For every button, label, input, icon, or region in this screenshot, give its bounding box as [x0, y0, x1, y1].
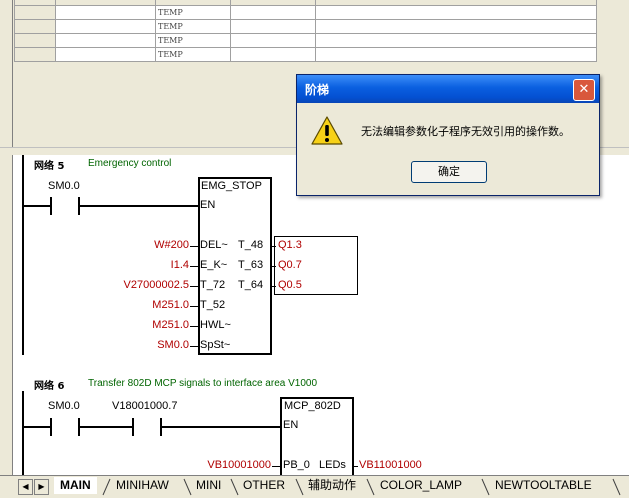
tab-auxiliary-action[interactable]: 辅助动作 [302, 477, 362, 494]
ladder-left-margin [0, 155, 13, 475]
var-type-cell[interactable]: TEMP [155, 33, 231, 48]
input-pin: PB_0 [283, 459, 310, 471]
input-operand[interactable]: I1.4 [171, 259, 189, 271]
no-contact-left[interactable] [50, 418, 52, 436]
var-type-cell[interactable]: TEMP [155, 5, 231, 20]
power-rail [22, 391, 24, 475]
output-operand[interactable]: Q0.7 [278, 259, 302, 271]
input-pin: HWL~ [200, 319, 231, 331]
contact-v18001000-7-label[interactable]: V18001000.7 [112, 400, 177, 412]
contact-sm0-0-label[interactable]: SM0.0 [48, 180, 80, 192]
input-operand[interactable]: VB10001000 [207, 459, 271, 471]
warning-icon [311, 116, 343, 145]
emg-stop-title: EMG_STOP [201, 180, 262, 192]
var-type-cell[interactable]: TEMP [155, 19, 231, 34]
output-pin: LEDs [319, 459, 346, 471]
tab-separator [230, 478, 239, 496]
tab-newtooltable[interactable]: NEWTOOLTABLE [489, 477, 598, 494]
contact-sm0-0-label[interactable]: SM0.0 [48, 400, 80, 412]
input-operand[interactable]: SM0.0 [157, 339, 189, 351]
power-rail [22, 155, 24, 355]
tab-scroll-right-button[interactable]: ▶ [34, 479, 49, 495]
tab-mini[interactable]: MINI [190, 477, 227, 494]
input-pin: T_72 [200, 279, 226, 291]
input-operand[interactable]: V27000002.5 [124, 279, 189, 291]
output-operand[interactable]: Q1.3 [278, 239, 302, 251]
tab-main[interactable]: MAIN [54, 477, 97, 494]
table-row[interactable]: TEMP [14, 19, 597, 34]
tab-minihaw[interactable]: MINIHAW [110, 477, 175, 494]
en-pin: EN [200, 199, 216, 211]
left-margin-bar [0, 0, 13, 150]
output-operand[interactable]: VB11001000 [359, 459, 422, 471]
input-pin: DEL~ [200, 239, 228, 251]
tab-other[interactable]: OTHER [237, 477, 291, 494]
tab-separator [183, 478, 192, 496]
tab-separator [612, 478, 621, 496]
dialog-title: 阶梯 [305, 83, 330, 97]
input-operand[interactable]: M251.0 [152, 299, 189, 311]
output-operand[interactable]: Q0.5 [278, 279, 302, 291]
var-type-cell[interactable]: TEMP [155, 47, 231, 62]
dialog-message: 无法编辑参数化子程序无效引用的操作数。 [361, 125, 570, 138]
output-pin: T_63 [238, 259, 264, 271]
tab-separator [295, 478, 304, 496]
output-pin: T_64 [238, 279, 264, 291]
dialog-close-button[interactable]: ✕ [573, 79, 595, 101]
tab-separator [102, 478, 111, 496]
tab-scroll-left-button[interactable]: ◀ [18, 479, 33, 495]
no-contact-left[interactable] [132, 418, 134, 436]
mcp-802d-title: MCP_802D [284, 400, 341, 412]
variable-table: TEMP TEMP TEMP TEMP [14, 0, 597, 62]
dialog-titlebar[interactable]: 阶梯 ✕ [297, 75, 599, 103]
chevron-left-icon: ◀ [22, 482, 29, 491]
program-tab-bar: ◀ ▶ MAIN MINIHAW MINI OTHER 辅助动作 COLOR_L… [0, 475, 629, 498]
ok-button[interactable]: 确定 [411, 161, 487, 183]
input-pin: E_K~ [200, 259, 228, 271]
en-pin: EN [283, 419, 299, 431]
error-dialog: 阶梯 ✕ 无法编辑参数化子程序无效引用的操作数。 确定 [296, 74, 600, 196]
tab-color-lamp[interactable]: COLOR_LAMP [374, 477, 468, 494]
table-row[interactable]: TEMP [14, 47, 597, 62]
network-5-comment[interactable]: Emergency control [88, 158, 171, 169]
table-row[interactable]: TEMP [14, 33, 597, 48]
network-6-comment[interactable]: Transfer 802D MCP signals to interface a… [88, 378, 317, 389]
tab-separator [366, 478, 375, 496]
output-pin: T_48 [238, 239, 264, 251]
close-icon: ✕ [578, 82, 590, 97]
input-operand[interactable]: M251.0 [152, 319, 189, 331]
network-6-label[interactable]: 网络 6 [34, 377, 64, 392]
input-pin: T_52 [200, 299, 226, 311]
input-pin: SpSt~ [200, 339, 231, 351]
no-contact-left[interactable] [50, 197, 52, 215]
input-operand[interactable]: W#200 [154, 239, 189, 251]
tab-separator [481, 478, 490, 496]
ladder-editor[interactable]: 网络 5 Emergency control SM0.0 EMG_STOP EN… [0, 155, 629, 475]
network-5-label[interactable]: 网络 5 [34, 157, 64, 172]
chevron-right-icon: ▶ [38, 482, 45, 491]
table-row[interactable]: TEMP [14, 5, 597, 20]
